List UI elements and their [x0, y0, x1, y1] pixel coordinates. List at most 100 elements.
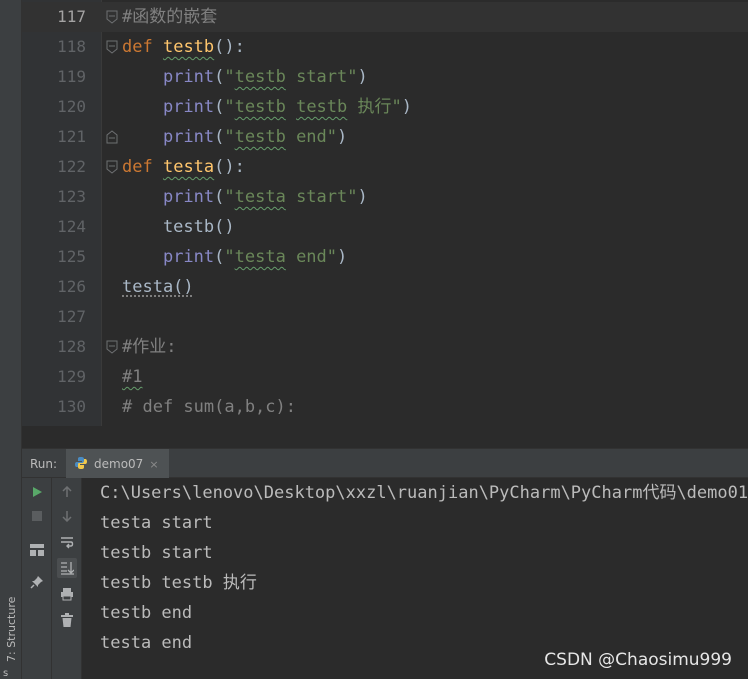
console-line: C:\Users\lenovo\Desktop\xxzl\ruanjian\Py… [100, 483, 748, 503]
fold-marker-icon[interactable] [106, 340, 118, 354]
pin-icon[interactable] [27, 572, 47, 592]
code-text: print("testb testb 执行") [122, 92, 412, 122]
line-number: 118 [57, 37, 86, 56]
run-tab-label: demo07 [94, 457, 144, 471]
code-line[interactable]: 117 #函数的嵌套 [22, 2, 748, 32]
run-panel-header: Run: demo07 × [22, 448, 748, 479]
line-number: 123 [57, 187, 86, 206]
code-token: def [122, 37, 153, 57]
code-line[interactable]: 118 def testb(): [22, 32, 748, 62]
code-token: (): [214, 37, 245, 57]
code-line[interactable]: 129 #1 [22, 362, 748, 392]
code-token: testb [234, 127, 286, 147]
code-token: print [162, 187, 215, 207]
console-output[interactable]: C:\Users\lenovo\Desktop\xxzl\ruanjian\Py… [100, 478, 748, 679]
run-toolbar-primary [22, 478, 52, 679]
code-token: (): [214, 157, 245, 177]
code-token: " [224, 127, 235, 147]
line-number: 120 [57, 97, 86, 116]
line-number: 121 [57, 127, 86, 146]
code-token: start" [285, 187, 358, 207]
code-line[interactable]: 130 # def sum(a,b,c): [22, 392, 748, 422]
scroll-to-end-icon[interactable] [57, 558, 77, 578]
code-token: print [162, 97, 215, 117]
code-text: #1 [122, 362, 142, 392]
stop-icon[interactable] [27, 506, 47, 526]
code-line[interactable]: 128 #作业: [22, 332, 748, 362]
cut-tool-label: s [3, 668, 9, 679]
line-number: 130 [57, 397, 86, 416]
code-line[interactable]: 126 testa() [22, 272, 748, 302]
arrow-up-icon[interactable] [57, 482, 77, 502]
code-token: testa [234, 187, 286, 207]
code-token: testa [234, 247, 286, 267]
fold-marker-icon[interactable] [106, 40, 118, 54]
run-toolbar-secondary [52, 478, 82, 679]
run-label: Run: [30, 457, 58, 471]
code-token: " [224, 187, 235, 207]
fold-marker-icon[interactable] [106, 160, 118, 174]
run-tab-demo07[interactable]: demo07 × [66, 449, 169, 479]
code-token: #函数的嵌套 [122, 7, 218, 27]
line-number: 129 [57, 367, 86, 386]
code-token: start" [285, 67, 358, 87]
code-line[interactable]: 124 testb() [22, 212, 748, 242]
line-number: 122 [57, 157, 86, 176]
code-line[interactable]: 123 print("testa start") [22, 182, 748, 212]
structure-tool-tab[interactable]: 7: Structure [3, 572, 19, 672]
code-line[interactable]: 120 print("testb testb 执行") [22, 92, 748, 122]
code-token: ( [214, 247, 225, 267]
code-token: ) [337, 127, 348, 147]
code-token: testb [234, 67, 286, 87]
line-number: 125 [57, 247, 86, 266]
code-line[interactable]: 121 print("testb end") [22, 122, 748, 152]
layout-icon[interactable] [27, 540, 47, 560]
arrow-down-icon[interactable] [57, 506, 77, 526]
console-line: testa start [100, 513, 213, 533]
code-line[interactable]: 125 print("testa end") [22, 242, 748, 272]
play-icon[interactable] [27, 482, 47, 502]
code-line[interactable]: 122 def testa(): [22, 152, 748, 182]
code-token: 执行" [347, 97, 402, 117]
code-text: testa() [122, 272, 194, 302]
console-line: testa end [100, 633, 193, 653]
close-icon[interactable]: × [149, 458, 158, 471]
soft-wrap-icon[interactable] [57, 532, 77, 552]
code-line[interactable]: 127 [22, 302, 748, 332]
console-line: testb end [100, 603, 193, 623]
trash-icon[interactable] [57, 610, 77, 630]
print-icon[interactable] [57, 584, 77, 604]
structure-tool-label: 7: Structure [5, 596, 18, 662]
code-token: testb [296, 97, 348, 117]
code-token: ( [214, 187, 225, 207]
code-line[interactable]: 119 print("testb start") [22, 62, 748, 92]
console-line: testb start [100, 543, 213, 563]
code-text: print("testb end") [122, 122, 347, 152]
code-token: ) [357, 187, 368, 207]
python-icon [74, 455, 88, 474]
code-token: testb [234, 97, 286, 117]
fold-marker-icon[interactable] [106, 130, 118, 144]
code-editor[interactable]: 117 #函数的嵌套 118 def testb(): 119 print("testb… [22, 0, 748, 426]
line-number: 126 [57, 277, 86, 296]
code-text: def testa(): [122, 152, 245, 182]
code-token: ( [214, 127, 225, 147]
code-text: #函数的嵌套 [122, 2, 217, 32]
code-token: end" [285, 247, 338, 267]
fold-marker-icon[interactable] [106, 10, 118, 24]
code-token: end" [285, 127, 338, 147]
line-number: 119 [57, 67, 86, 86]
code-token: " [224, 67, 235, 87]
line-number: 128 [57, 337, 86, 356]
code-token: ) [357, 67, 368, 87]
code-token: print [162, 67, 215, 87]
code-token: ( [214, 67, 225, 87]
code-token: #作业: [122, 337, 177, 357]
code-token: ( [214, 97, 225, 117]
